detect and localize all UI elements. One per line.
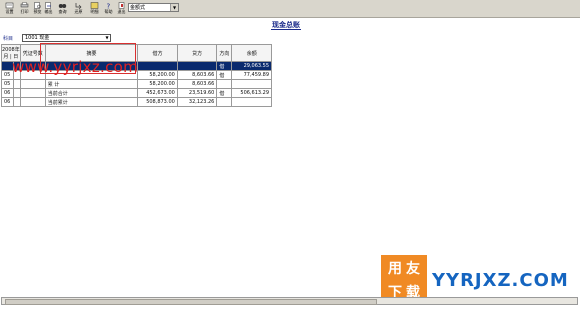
export-button[interactable]: 输出 <box>41 1 56 16</box>
table-row[interactable]: 06 当前合计 452,673.00 23,519.60 借 506,613.2… <box>1 88 410 98</box>
cell-direction: 借 <box>216 88 233 98</box>
settings-icon <box>5 2 14 9</box>
cell-debit: 452,673.00 <box>137 88 178 98</box>
cell-debit: 58,200.00 <box>137 70 178 80</box>
logo-char: 友 <box>406 261 420 277</box>
chevron-down-icon[interactable]: ▼ <box>170 4 178 11</box>
cell-direction <box>216 79 233 89</box>
balance-header: 余额 <box>231 44 273 62</box>
format-select-value: 金额式 <box>130 5 146 11</box>
scrollbar-thumb[interactable] <box>5 299 377 305</box>
cell-blank <box>272 80 410 89</box>
cell-balance: 77,459.89 <box>231 70 273 80</box>
cell-month: 06 <box>1 97 14 107</box>
binoculars-icon <box>58 4 67 8</box>
cell-debit: 508,873.00 <box>137 97 178 107</box>
cell-credit: 23,519.60 <box>176 88 218 98</box>
settings-button[interactable]: 设置 <box>2 1 17 16</box>
detail-icon <box>90 2 99 9</box>
title-underline <box>271 29 301 30</box>
detail-button[interactable]: 明细 <box>87 1 102 16</box>
toolbar: 设置 打印 预览 输出 查询 还原 明细 ? 帮助 退出 金额式 ▼ <box>0 0 580 18</box>
debit-header: 借方 <box>137 44 178 62</box>
exit-button[interactable]: 退出 <box>114 1 129 16</box>
subject-select[interactable]: 1001 现金 ▼ <box>22 34 111 42</box>
restore-label: 还原 <box>74 9 83 14</box>
subject-select-value: 1001 现金 <box>25 35 50 41</box>
month-header: 月 <box>3 54 9 60</box>
help-icon: ? <box>107 3 111 10</box>
cell-day <box>12 79 21 89</box>
cell-voucher <box>19 79 46 89</box>
subject-label: 科目 <box>3 36 14 42</box>
settings-label: 设置 <box>5 9 14 14</box>
chevron-down-icon[interactable]: ▼ <box>104 35 110 41</box>
cell-summary: 当前累计 <box>44 97 139 107</box>
cell-debit <box>137 61 178 71</box>
cell-balance: 29,063.55 <box>231 61 273 71</box>
cell-day <box>12 97 21 107</box>
export-label: 输出 <box>44 9 53 14</box>
exit-label: 退出 <box>117 9 126 14</box>
print-label: 打印 <box>20 9 29 14</box>
cell-balance: 506,613.29 <box>231 88 273 98</box>
watermark: www.yyrjxz.com <box>12 58 139 76</box>
cell-voucher <box>19 88 46 98</box>
logo-text: YYRJXZ.COM <box>432 270 569 291</box>
cell-balance <box>231 97 273 107</box>
restore-icon <box>75 3 82 9</box>
table-row[interactable]: 06 当前累计 508,873.00 32,123.26 <box>1 97 410 107</box>
cell-balance <box>231 79 273 89</box>
cell-direction: 借 <box>216 70 233 80</box>
cell-credit <box>176 61 218 71</box>
cell-credit: 8,603.66 <box>176 70 218 80</box>
logo-badge: 用 友 下 载 <box>381 255 427 303</box>
cell-voucher <box>19 97 46 107</box>
cell-credit: 8,603.66 <box>176 79 218 89</box>
cell-blank <box>272 89 410 98</box>
print-icon <box>20 2 29 8</box>
direction-header: 方向 <box>216 44 233 62</box>
cell-month: 06 <box>1 88 14 98</box>
cell-debit: 58,200.00 <box>137 79 178 89</box>
cell-direction <box>216 97 233 107</box>
cell-summary: 当前合计 <box>44 88 139 98</box>
query-label: 查询 <box>58 9 67 14</box>
query-button[interactable]: 查询 <box>55 1 70 16</box>
cell-blank <box>272 98 410 107</box>
cell-month: 05 <box>1 79 14 89</box>
cell-credit: 32,123.26 <box>176 97 218 107</box>
cell-day <box>12 88 21 98</box>
help-label: 帮助 <box>104 9 113 14</box>
logo-char: 用 <box>388 261 402 277</box>
export-icon <box>45 2 51 9</box>
format-select[interactable]: 金额式 ▼ <box>128 3 179 12</box>
exit-icon <box>118 2 125 9</box>
blank-header <box>271 44 410 62</box>
horizontal-scrollbar[interactable] <box>1 297 578 305</box>
cell-summary: 累 计 <box>44 79 139 89</box>
credit-header: 贷方 <box>176 44 218 62</box>
table-row[interactable]: 05 累 计 58,200.00 8,603.66 <box>1 79 410 89</box>
cell-blank <box>271 61 410 71</box>
cell-blank <box>272 71 410 80</box>
year-label: 2008年 <box>2 47 20 53</box>
cell-direction: 借 <box>216 61 233 71</box>
detail-label: 明细 <box>90 9 99 14</box>
restore-button[interactable]: 还原 <box>71 1 86 16</box>
